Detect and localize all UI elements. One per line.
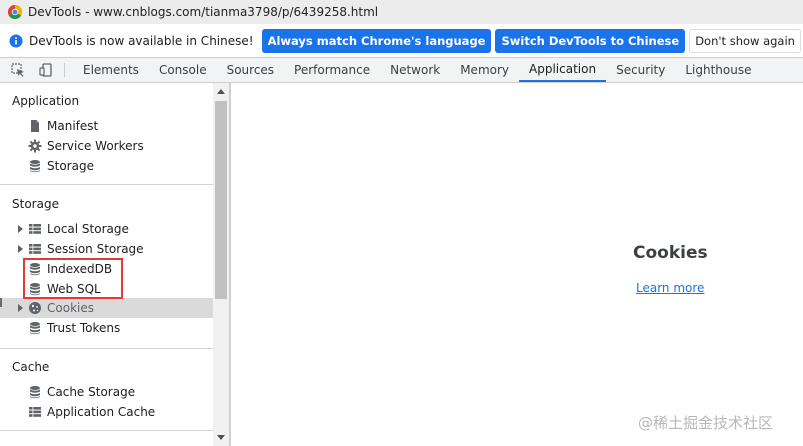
watermark: @稀土掘金技术社区 [638,414,774,432]
scroll-down-arrow-icon[interactable] [217,435,225,440]
sidebar-item-label: Cache Storage [47,385,136,399]
tab-elements[interactable]: Elements [73,58,149,82]
sidebar-item-cache-storage[interactable]: Cache Storage [0,382,213,402]
database-icon [30,386,40,399]
tab-sources[interactable]: Sources [217,58,284,82]
toolbar-separator [64,63,65,77]
expand-arrow-icon[interactable] [18,304,23,312]
highlight-box [23,258,123,299]
switch-to-chinese-button[interactable]: Switch DevTools to Chinese [495,28,686,53]
tab-performance[interactable]: Performance [284,58,380,82]
grid-icon [29,224,41,234]
section-divider [0,184,213,185]
sidebar-item-label: Session Storage [47,242,144,256]
tab-application[interactable]: Application [519,58,607,82]
sidebar-item-trust-tokens[interactable]: Trust Tokens [0,318,213,338]
expand-arrow-icon[interactable] [18,225,23,233]
sidebar-item-label: Service Workers [47,139,144,153]
sidebar-item-cookies[interactable]: Cookies [0,298,213,318]
tab-memory[interactable]: Memory [450,58,519,82]
sidebar-item-service-workers[interactable]: Service Workers [0,136,213,156]
sidebar-item-label: Trust Tokens [47,321,121,335]
sidebar-scrollbar[interactable] [213,83,229,446]
sidebar-item-storage-overview[interactable]: Storage [0,156,213,176]
expand-arrow-icon[interactable] [18,245,23,253]
section-title-application: Application [12,94,80,108]
section-divider [0,430,213,431]
panel-title: Cookies [633,243,708,263]
window-titlebar: DevTools - www.cnblogs.com/tianma3798/p/… [0,0,803,24]
tab-security[interactable]: Security [606,58,675,82]
grid-icon [29,407,41,417]
infobar-message: DevTools is now available in Chinese! [29,33,254,48]
match-language-button[interactable]: Always match Chrome's language [261,28,492,53]
sidebar-item-label: Storage [47,159,94,173]
info-icon [9,34,23,47]
window-edge-marker [0,298,2,307]
window-title: DevTools - www.cnblogs.com/tianma3798/p/… [28,5,379,19]
sidebar-item-label: Cookies [47,301,94,315]
cookie-icon [29,302,41,314]
chrome-logo-icon [8,5,22,19]
scroll-up-arrow-icon[interactable] [217,89,225,94]
tab-network[interactable]: Network [380,58,450,82]
sidebar-item-session-storage[interactable]: Session Storage [0,239,213,259]
tab-lighthouse[interactable]: Lighthouse [675,58,761,82]
sidebar-item-local-storage[interactable]: Local Storage [0,219,213,239]
learn-more-link[interactable]: Learn more [636,281,704,295]
sidebar-item-label: Application Cache [47,405,156,419]
sidebar-item-label: Local Storage [47,222,129,236]
inspect-element-icon[interactable] [4,58,32,82]
database-icon [30,160,40,173]
cookies-panel: Cookies Learn more [231,83,803,446]
grid-icon [29,244,41,254]
scrollbar-thumb[interactable] [215,101,227,299]
tab-console[interactable]: Console [149,58,217,82]
device-toolbar-icon[interactable] [32,58,60,82]
section-title-storage: Storage [12,197,59,211]
gear-icon [28,139,42,153]
sidebar-item-manifest[interactable]: Manifest [0,116,213,136]
dont-show-again-button[interactable]: Don't show again [689,28,801,53]
sidebar-item-application-cache[interactable]: Application Cache [0,402,213,422]
devtools-tabbar: Elements Console Sources Performance Net… [0,58,803,83]
document-icon [31,120,39,132]
language-infobar: DevTools is now available in Chinese! Al… [0,24,803,58]
database-icon [30,322,40,335]
section-title-cache: Cache [12,360,50,374]
section-divider [0,348,213,349]
sidebar-item-label: Manifest [47,119,99,133]
